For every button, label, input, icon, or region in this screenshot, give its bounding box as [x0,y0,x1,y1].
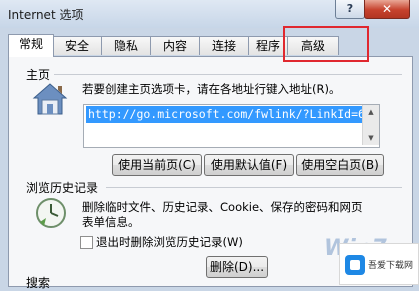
home-icon [32,83,68,115]
homepage-group-label: 主页 [26,68,51,82]
tab-label: 程序 [255,39,280,53]
search-group-label: 搜索 [26,276,51,290]
close-icon: ✕ [381,2,393,16]
logo-badge-icon [345,255,365,275]
url-scrollbar[interactable]: ▲ ▼ [362,105,379,145]
delete-on-exit-label: 退出时删除浏览历史记录(W) [96,235,243,249]
tab-general[interactable]: 常规 [8,34,54,57]
tab-label: 连接 [211,39,236,53]
use-default-button[interactable]: 使用默认值(F) [204,154,294,176]
history-desc-line1: 删除临时文件、历史记录、Cookie、保存的密码和网页 [82,200,363,214]
site-logo-text: 吾爱下载网 [368,261,414,271]
scroll-down-icon[interactable]: ▼ [363,131,379,145]
tab-label: 安全 [64,39,89,53]
history-group-line [106,187,402,188]
homepage-url-text: http://go.microsoft.com/fwlink/?LinkId=6… [86,106,362,123]
tab-programs[interactable]: 程序 [248,36,288,55]
homepage-hint: 若要创建主页选项卡，请在各地址行键入地址(R)。 [82,82,341,96]
highlight-box [283,26,369,62]
help-button[interactable]: ? [335,0,365,19]
homepage-group-line [54,74,402,75]
title-bar: Internet 选项 ? ✕ [0,0,419,28]
help-icon: ? [346,2,354,15]
use-current-button[interactable]: 使用当前页(C) [112,154,202,176]
use-blank-button[interactable]: 使用空白页(B) [296,154,384,176]
homepage-url-field[interactable]: http://go.microsoft.com/fwlink/?LinkId=6… [83,104,380,148]
delete-on-exit-checkbox[interactable] [80,236,93,249]
tab-connections[interactable]: 连接 [199,36,249,55]
tab-label: 隐私 [113,39,138,53]
history-group-label: 浏览历史记录 [26,181,99,195]
site-logo: 吾爱下载网 [339,243,419,285]
tab-label: 内容 [162,39,187,53]
close-button[interactable]: ✕ [364,0,410,19]
scroll-up-icon[interactable]: ▲ [363,105,379,119]
history-clock-icon [36,198,66,228]
history-desc-line2: 表单信息。 [82,215,140,229]
delete-history-button[interactable]: 删除(D)... [206,256,268,278]
tab-security[interactable]: 安全 [52,36,102,55]
window-title: Internet 选项 [8,8,84,22]
tab-content[interactable]: 内容 [150,36,200,55]
tab-privacy[interactable]: 隐私 [101,36,151,55]
tab-label: 常规 [18,37,43,51]
